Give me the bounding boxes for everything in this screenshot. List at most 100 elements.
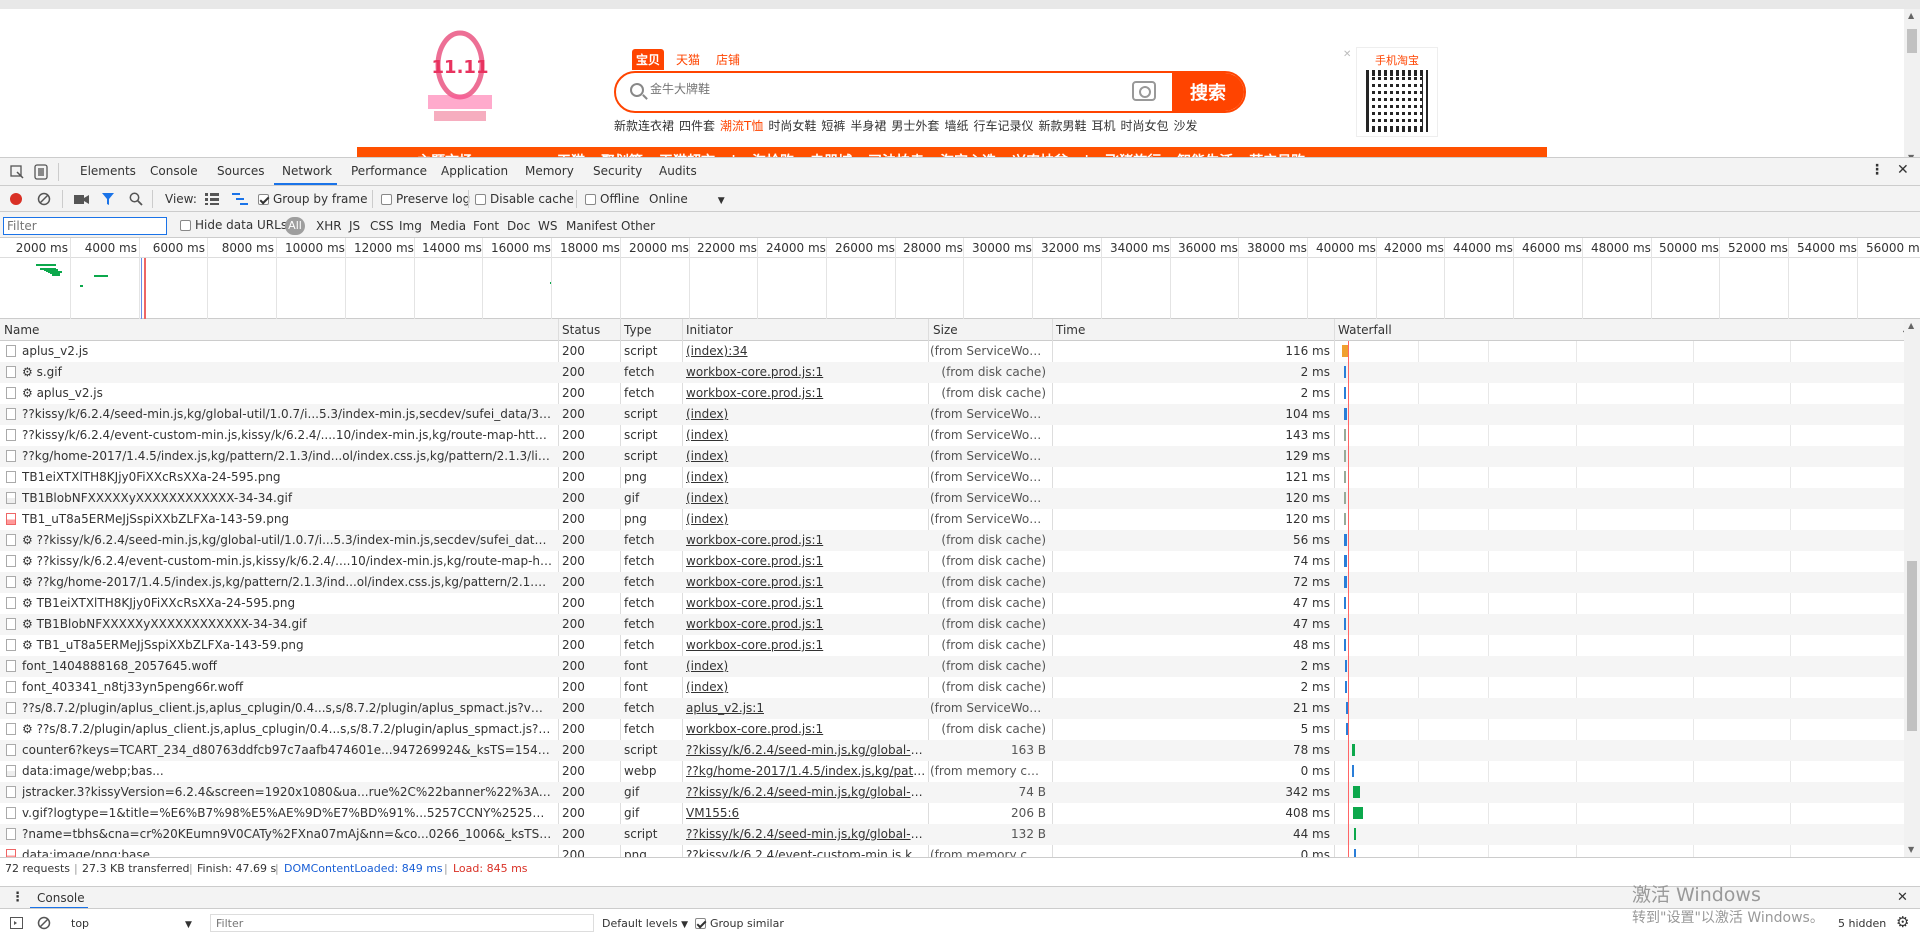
tab-application[interactable]: Application <box>441 164 508 178</box>
large-rows-icon[interactable] <box>205 193 219 205</box>
page-scrollbar[interactable]: ▲ ▼ <box>1904 9 1920 157</box>
request-initiator[interactable]: (index) <box>686 428 926 442</box>
request-initiator[interactable]: workbox-core.prod.js:1 <box>686 554 926 568</box>
scroll-thumb[interactable] <box>1907 29 1917 53</box>
request-initiator[interactable]: workbox-core.prod.js:1 <box>686 596 926 610</box>
group-by-frame-option[interactable]: Group by frame <box>258 192 367 206</box>
request-initiator[interactable]: (index) <box>686 680 926 694</box>
table-row[interactable]: v.gif?logtype=1&title=%E6%B7%98%E5%AE%9D… <box>0 803 1904 824</box>
table-row[interactable]: font_1404888168_2057645.woff 200 font (inde… <box>0 656 1904 677</box>
table-row[interactable]: ⚙ ??kissy/k/6.2.4/seed-min.js,kg/global-… <box>0 530 1904 551</box>
col-type[interactable]: Type <box>624 323 652 337</box>
request-initiator[interactable]: (index):34 <box>686 344 926 358</box>
scroll-up-icon[interactable]: ▲ <box>1908 321 1914 330</box>
network-overview[interactable]: 2000 ms 4000 ms 6000 ms 8000 ms 10000 ms 1200… <box>0 238 1920 319</box>
tab-sources[interactable]: Sources <box>217 164 264 178</box>
type-filter-js[interactable]: JS <box>349 219 360 233</box>
type-filter-manifest[interactable]: Manifest <box>566 219 617 233</box>
request-initiator[interactable]: (index) <box>686 470 926 484</box>
col-name[interactable]: Name <box>4 323 39 337</box>
table-row[interactable]: ?name=tbhs&cna=cr%20KEumn9V0CATy%2FXna07… <box>0 824 1904 845</box>
group-similar-option[interactable]: Group similar <box>695 917 784 930</box>
group-by-frame-checkbox[interactable] <box>258 194 269 205</box>
console-filter-input[interactable] <box>216 916 586 930</box>
group-similar-checkbox[interactable] <box>695 918 706 929</box>
more-options-icon[interactable]: ⋮ <box>1870 162 1884 178</box>
hot-word-link[interactable]: 男士外套 <box>891 119 939 133</box>
tab-elements[interactable]: Elements <box>80 164 136 178</box>
sidebar-toggle-icon[interactable] <box>10 917 24 929</box>
tab-memory[interactable]: Memory <box>525 164 574 178</box>
hot-word-link[interactable]: 四件套 <box>679 119 715 133</box>
tab-network[interactable]: Network <box>282 164 332 178</box>
disable-cache-checkbox[interactable] <box>475 194 486 205</box>
search-input[interactable] <box>650 82 1010 96</box>
type-filter-img[interactable]: Img <box>399 219 422 233</box>
hot-word-link[interactable]: 行车记录仪 <box>973 119 1033 133</box>
close-icon[interactable]: ✕ <box>1343 49 1351 60</box>
drawer-menu-icon[interactable]: ⋮ <box>11 890 24 905</box>
hot-word-link[interactable]: 新款连衣裙 <box>614 119 674 133</box>
scroll-down-icon[interactable]: ▼ <box>1908 845 1914 854</box>
device-toolbar-icon[interactable] <box>34 164 48 180</box>
table-row[interactable]: ⚙ s.gif 200 fetch workbox-core.prod.js:1 (fr… <box>0 362 1904 383</box>
request-initiator[interactable]: workbox-core.prod.js:1 <box>686 722 926 736</box>
tab-console[interactable]: Console <box>150 164 198 178</box>
type-filter-media[interactable]: Media <box>430 219 466 233</box>
request-initiator[interactable]: workbox-core.prod.js:1 <box>686 638 926 652</box>
hot-word-link[interactable]: 半身裙 <box>850 119 886 133</box>
scroll-up-icon[interactable]: ▲ <box>1908 11 1914 20</box>
tab-security[interactable]: Security <box>593 164 642 178</box>
table-row[interactable]: ⚙ ??kg/home-2017/1.4.5/index.js,kg/patte… <box>0 572 1904 593</box>
nav-category[interactable]: 主题市场 <box>357 147 547 157</box>
table-row[interactable]: counter6?keys=TCART_234_d80763ddfcb97c7a… <box>0 740 1904 761</box>
type-filter-xhr[interactable]: XHR <box>316 219 342 233</box>
request-initiator[interactable]: (index) <box>686 491 926 505</box>
table-row[interactable]: ⚙ TB1BlobNFXXXXXyXXXXXXXXXXXX-34-34.gif 2… <box>0 614 1904 635</box>
request-initiator[interactable]: workbox-core.prod.js:1 <box>686 533 926 547</box>
search-button[interactable]: 搜索 <box>1172 73 1244 111</box>
request-initiator[interactable]: ??kg/home-2017/1.4.5/index.js,kg/pattern… <box>686 764 926 778</box>
type-filter-all[interactable]: All <box>285 217 305 235</box>
throttling-select[interactable]: Online ▼ <box>649 192 725 206</box>
table-row[interactable]: font_403341_n8tj33yn5peng66r.woff 200 font… <box>0 677 1904 698</box>
request-initiator[interactable]: VM155:6 <box>686 806 926 820</box>
record-icon[interactable] <box>10 193 22 205</box>
close-devtools-icon[interactable]: ✕ <box>1897 162 1909 178</box>
offline-checkbox[interactable] <box>585 194 596 205</box>
table-row[interactable]: jstracker.3?kissyVersion=6.2.4&screen=19… <box>0 782 1904 803</box>
filter-icon[interactable] <box>101 192 115 206</box>
table-row[interactable]: ??kissy/k/6.2.4/seed-min.js,kg/global-ut… <box>0 404 1904 425</box>
table-row[interactable]: ⚙ ??kissy/k/6.2.4/event-custom-min.js,ki… <box>0 551 1904 572</box>
table-row[interactable]: ??kg/home-2017/1.4.5/index.js,kg/pattern… <box>0 446 1904 467</box>
table-row[interactable]: TB1eiXTXlTH8KJjy0FiXXcRsXXa-24-595.png 20… <box>0 467 1904 488</box>
scroll-thumb[interactable] <box>1907 561 1917 731</box>
table-scrollbar[interactable]: ▲ ▼ <box>1904 319 1920 857</box>
type-filter-other[interactable]: Other <box>621 219 655 233</box>
tab-audits[interactable]: Audits <box>659 164 697 178</box>
request-initiator[interactable]: workbox-core.prod.js:1 <box>686 386 926 400</box>
screenshot-camera-icon[interactable] <box>74 193 90 205</box>
request-initiator[interactable]: (index) <box>686 659 926 673</box>
hot-word-link[interactable]: 时尚女包 <box>1121 119 1169 133</box>
camera-icon[interactable] <box>1132 81 1156 101</box>
hide-data-urls-checkbox[interactable] <box>180 220 191 231</box>
scope-tab-items[interactable]: 宝贝 <box>632 49 665 70</box>
request-initiator[interactable]: ??kissy/k/6.2.4/seed-min.js,kg/global-ut… <box>686 827 926 841</box>
col-initiator[interactable]: Initiator <box>686 323 733 337</box>
console-settings-gear-icon[interactable]: ⚙ <box>1896 913 1909 931</box>
type-filter-css[interactable]: CSS <box>370 219 394 233</box>
type-filter-ws[interactable]: WS <box>538 219 557 233</box>
table-row[interactable]: TB1_uT8a5ERMeJjSspiXXbZLFXa-143-59.png 20… <box>0 509 1904 530</box>
close-drawer-icon[interactable]: ✕ <box>1897 890 1908 905</box>
drawer-tab-console[interactable]: Console <box>37 891 85 905</box>
inspect-element-icon[interactable] <box>10 165 24 179</box>
clear-console-icon[interactable] <box>37 916 51 930</box>
search-icon[interactable] <box>129 192 143 206</box>
request-initiator[interactable]: workbox-core.prod.js:1 <box>686 617 926 631</box>
preserve-log-checkbox[interactable] <box>381 194 392 205</box>
waterfall-overview-icon[interactable] <box>232 193 248 205</box>
log-levels-select[interactable]: Default levels ▼ <box>602 917 688 930</box>
table-row[interactable]: ⚙ ??s/8.7.2/plugin/aplus_client.js,aplus… <box>0 719 1904 740</box>
table-row[interactable]: data:image/png;base... 200 png ??kissy/k/6.… <box>0 845 1904 857</box>
